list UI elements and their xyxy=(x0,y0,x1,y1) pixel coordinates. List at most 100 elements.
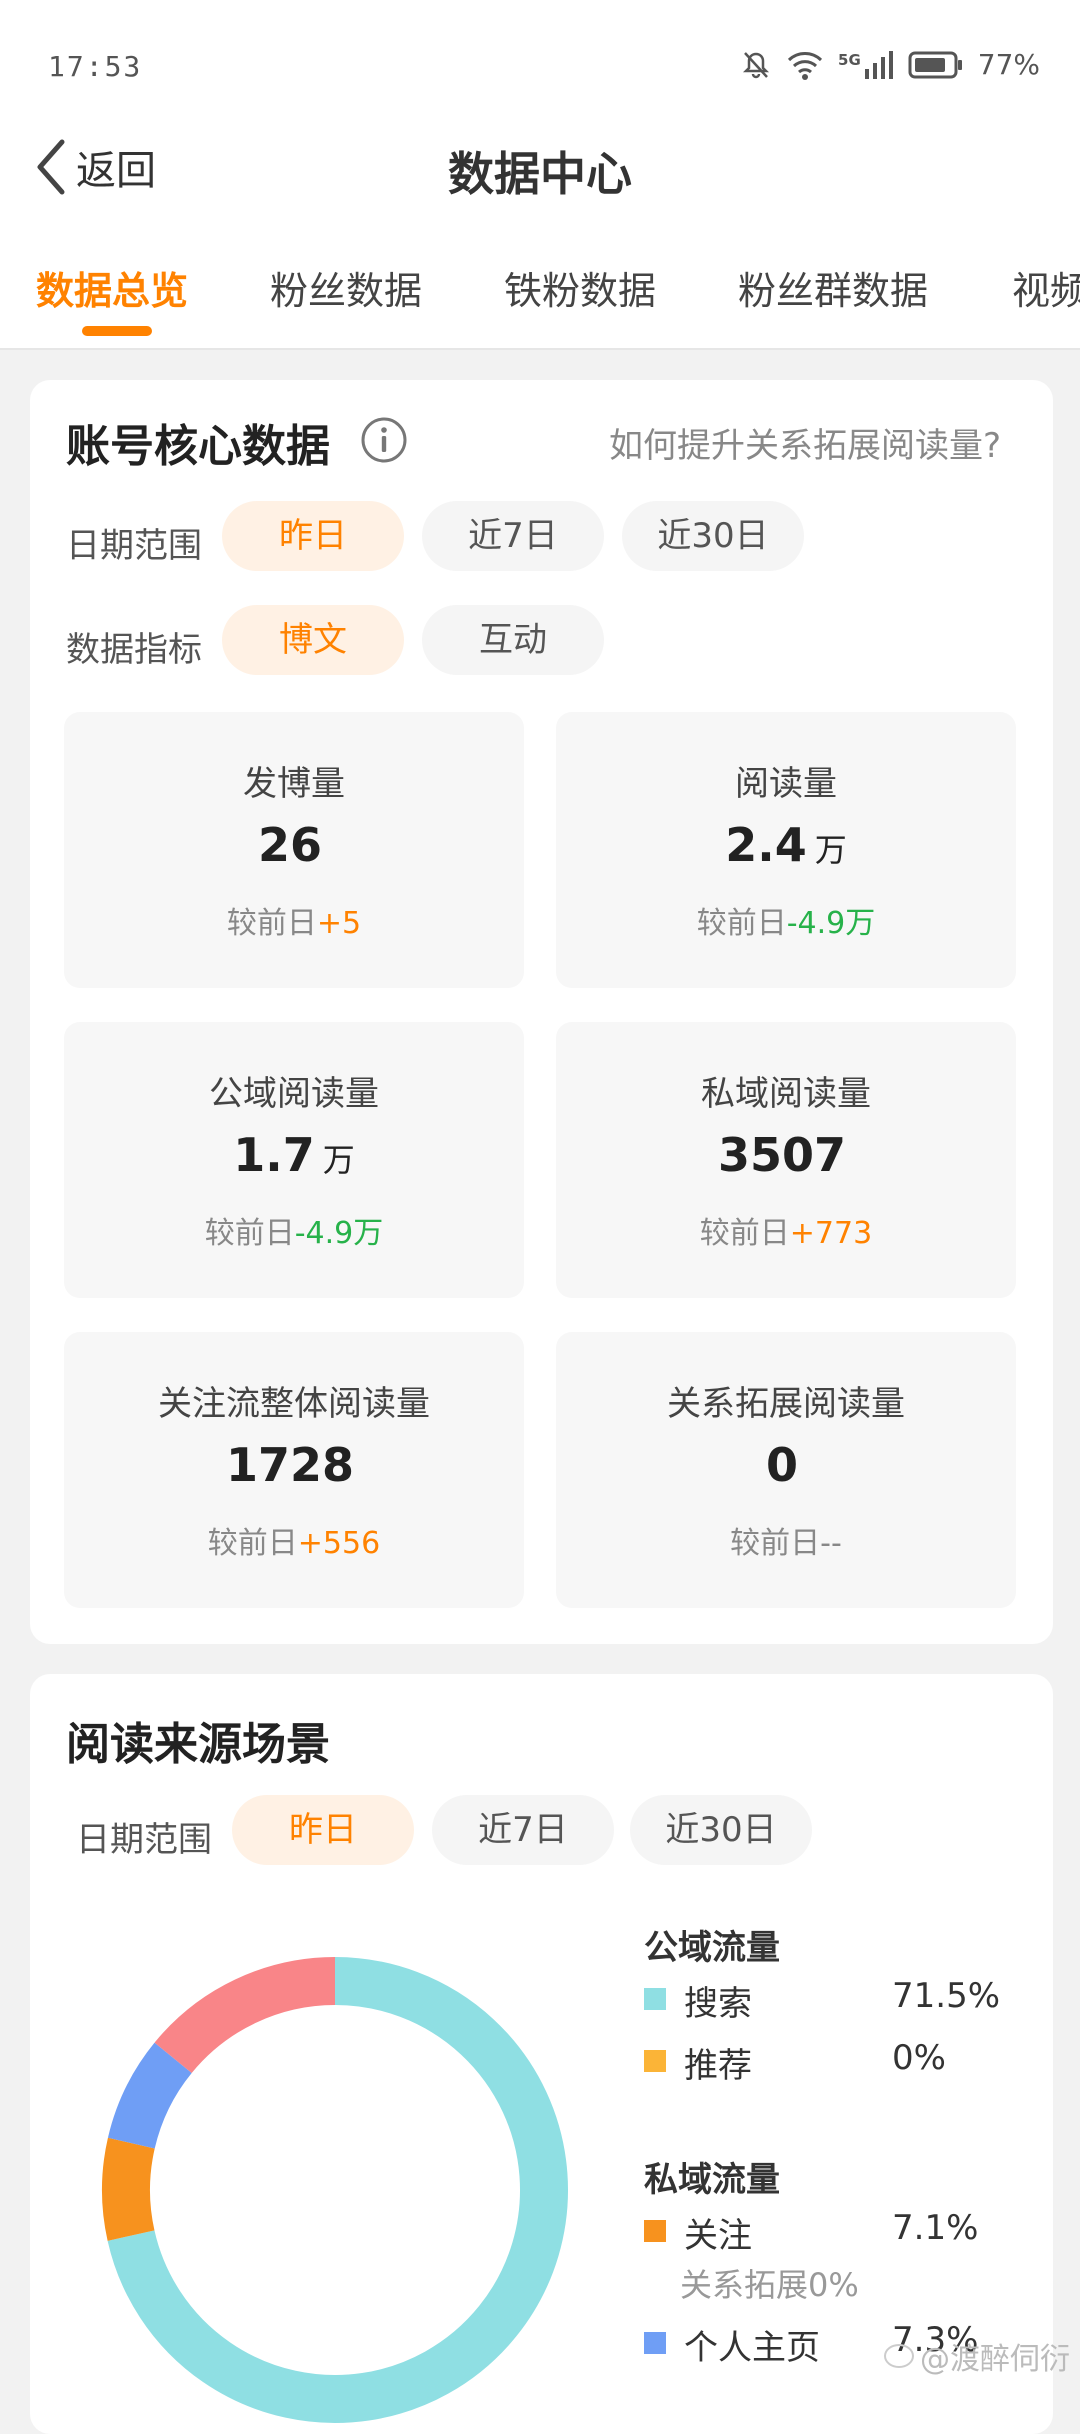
stat-value: 3507 xyxy=(556,1128,1016,1182)
date-30d-pill[interactable]: 近30日 xyxy=(622,501,804,571)
relation-expand-sub: 关系拓展0% xyxy=(680,2266,859,2304)
stat-card[interactable]: 关系拓展阅读量 0 较前日-- xyxy=(556,1332,1016,1608)
metric-posts-pill[interactable]: 博文 xyxy=(222,605,404,675)
stat-compare: 较前日-4.9万 xyxy=(556,898,1016,942)
stat-value: 0 xyxy=(556,1438,1016,1492)
stat-compare: 较前日+5 xyxy=(64,898,524,942)
metric-interact-pill[interactable]: 互动 xyxy=(422,605,604,675)
stat-unit: 万 xyxy=(814,831,847,869)
watermark: @渡醉伺衍 xyxy=(884,2334,1070,2378)
stat-compare: 较前日+773 xyxy=(556,1208,1016,1252)
donut-slice-4 xyxy=(154,1957,336,2074)
date-yesterday-pill[interactable]: 昨日 xyxy=(222,501,404,571)
stat-label: 阅读量 xyxy=(735,764,837,804)
stat-delta: +773 xyxy=(789,1216,873,1251)
legend-swatch-follow xyxy=(644,2220,666,2242)
core-data-title: 账号核心数据 xyxy=(66,421,330,472)
public-traffic-heading: 公域流量 xyxy=(644,1928,780,1968)
stat-delta: -4.9万 xyxy=(294,1216,384,1251)
legend-name-recommend: 推荐 xyxy=(684,2046,752,2086)
legend-name-search: 搜索 xyxy=(684,1984,752,2024)
stat-number: 1728 xyxy=(225,1438,355,1492)
battery-icon xyxy=(908,51,962,78)
source-date-range-label: 日期范围 xyxy=(76,1820,212,1860)
legend-search: 搜索 71.5% xyxy=(644,1976,1064,2026)
legend-name-follow: 关注 xyxy=(684,2216,752,2256)
tab-overview[interactable]: 数据总览 xyxy=(36,260,188,315)
metric-label: 数据指标 xyxy=(66,630,202,670)
stat-value: 1728 xyxy=(64,1438,524,1492)
status-time: 17:53 xyxy=(48,50,143,83)
watermark-text: @渡醉伺衍 xyxy=(920,2342,1070,2377)
stat-unit: 万 xyxy=(322,1141,355,1179)
tab-video[interactable]: 视频 xyxy=(1012,260,1080,315)
stat-compare: 较前日-- xyxy=(556,1518,1016,1562)
source-date-yesterday-pill[interactable]: 昨日 xyxy=(232,1795,414,1865)
stat-number: 1.7 xyxy=(233,1128,315,1182)
battery-level: 77% xyxy=(977,48,1040,81)
stat-number: 2.4 xyxy=(725,818,807,872)
status-icons: 5G 77% xyxy=(740,48,1040,81)
stat-value: 1.7 万 xyxy=(64,1128,524,1182)
private-traffic-heading: 私域流量 xyxy=(644,2160,780,2200)
legend-value-recommend: 0% xyxy=(892,2038,946,2078)
stat-label: 公域阅读量 xyxy=(209,1074,379,1114)
tab-bar: 数据总览 粉丝数据 铁粉数据 粉丝群数据 视频 xyxy=(0,230,1080,350)
mute-icon xyxy=(742,51,770,78)
date-7d-pill[interactable]: 近7日 xyxy=(422,501,604,571)
stat-card[interactable]: 阅读量 2.4 万较前日-4.9万 xyxy=(556,712,1016,988)
stat-number: 3507 xyxy=(717,1128,847,1182)
tab-fans[interactable]: 粉丝数据 xyxy=(270,260,422,315)
legend-name-profile: 个人主页 xyxy=(684,2328,820,2368)
source-date-7d-pill[interactable]: 近7日 xyxy=(432,1795,614,1865)
stat-delta: -4.9万 xyxy=(786,906,876,941)
improve-read-tip-link[interactable]: 如何提升关系拓展阅读量? xyxy=(609,418,1001,467)
legend-recommend: 推荐 0% xyxy=(644,2038,1064,2088)
wifi-icon xyxy=(787,51,823,80)
stat-compare: 较前日-4.9万 xyxy=(64,1208,524,1252)
legend-follow: 关注 7.1% xyxy=(644,2208,1064,2258)
signal-icon: 5G xyxy=(838,50,894,79)
donut-slice-2 xyxy=(102,2137,155,2241)
compare-prefix: 较前日 xyxy=(207,1526,298,1561)
compare-prefix: 较前日 xyxy=(696,906,787,941)
legend-swatch-search xyxy=(644,1988,666,2010)
stat-delta: -- xyxy=(820,1526,842,1561)
read-source-card: 阅读来源场景 日期范围 昨日 近7日 近30日 公域流量 搜索 71.5% 推荐… xyxy=(30,1674,1053,2434)
compare-prefix: 较前日 xyxy=(226,906,317,941)
stat-value: 2.4 万 xyxy=(556,818,1016,872)
nav-bar: 返回 数据中心 xyxy=(0,120,1080,230)
source-date-30d-pill[interactable]: 近30日 xyxy=(630,1795,812,1865)
stat-card[interactable]: 私域阅读量 3507 较前日+773 xyxy=(556,1022,1016,1298)
stat-card[interactable]: 公域阅读量 1.7 万较前日-4.9万 xyxy=(64,1022,524,1298)
donut-slice-3 xyxy=(107,2042,193,2150)
tab-iron-fans[interactable]: 铁粉数据 xyxy=(504,260,656,315)
stat-compare: 较前日+556 xyxy=(64,1518,524,1562)
active-tab-indicator xyxy=(82,326,152,336)
legend-swatch-profile xyxy=(644,2332,666,2354)
legend-value-follow: 7.1% xyxy=(892,2208,979,2248)
stat-number: 0 xyxy=(765,1438,798,1492)
compare-prefix: 较前日 xyxy=(699,1216,790,1251)
legend-swatch-recommend xyxy=(644,2050,666,2072)
page-title: 数据中心 xyxy=(448,147,632,201)
tab-fan-groups[interactable]: 粉丝群数据 xyxy=(738,260,928,315)
stat-label: 私域阅读量 xyxy=(701,1074,871,1114)
read-source-donut-chart xyxy=(102,1957,568,2423)
weibo-logo-icon xyxy=(884,2344,914,2368)
stat-delta: +5 xyxy=(316,906,362,941)
core-data-card: 账号核心数据 如何提升关系拓展阅读量? 日期范围 昨日 近7日 近30日 数据指… xyxy=(30,380,1053,1644)
read-source-title: 阅读来源场景 xyxy=(66,1719,330,1770)
network-type: 5G xyxy=(838,50,861,69)
stat-label: 关注流整体阅读量 xyxy=(158,1384,430,1424)
compare-prefix: 较前日 xyxy=(204,1216,295,1251)
stat-card[interactable]: 关注流整体阅读量 1728 较前日+556 xyxy=(64,1332,524,1608)
legend-value-search: 71.5% xyxy=(892,1976,1001,2016)
info-icon[interactable] xyxy=(360,416,408,464)
status-bar: 17:53 5G 77% xyxy=(0,0,1080,130)
stat-label: 关系拓展阅读量 xyxy=(667,1384,905,1424)
stat-card[interactable]: 发博量 26 较前日+5 xyxy=(64,712,524,988)
stat-number: 26 xyxy=(257,818,322,872)
date-range-label: 日期范围 xyxy=(66,526,202,566)
stat-value: 26 xyxy=(64,818,524,872)
